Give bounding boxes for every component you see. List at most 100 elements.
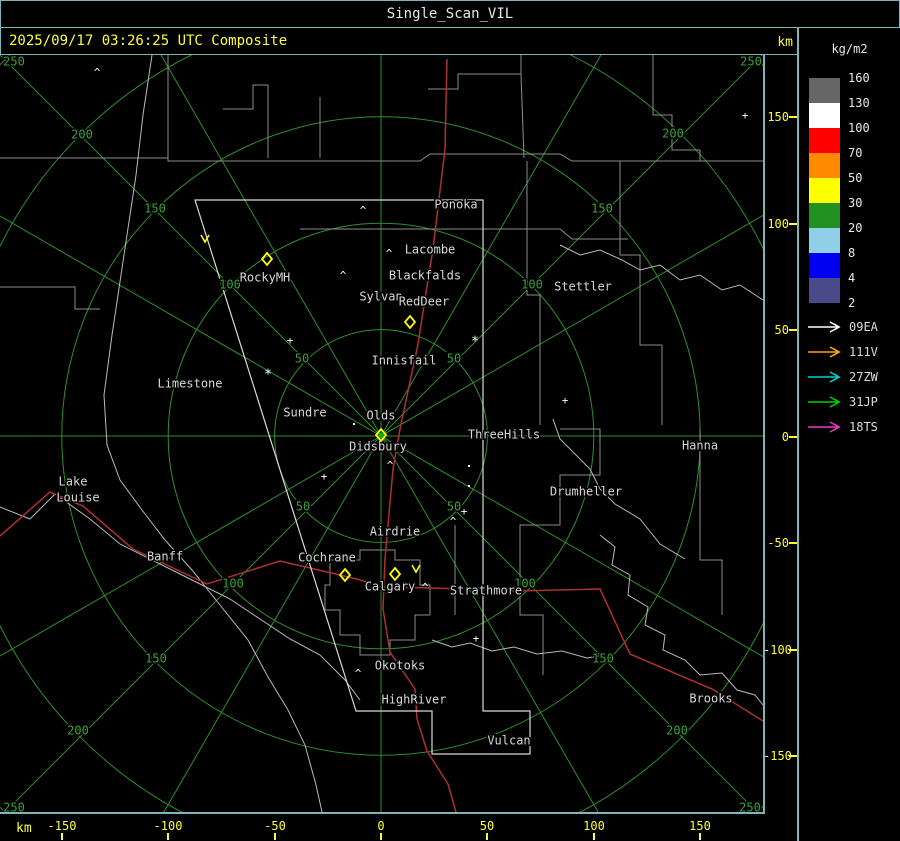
right-axis-tick [789, 649, 797, 651]
plus-marker: + [562, 394, 569, 407]
caret-marker: ^ [386, 247, 393, 260]
track-id-label: 31JP [849, 395, 878, 409]
bottom-axis-tick-label: 0 [377, 819, 385, 833]
city-label: Sylvan [359, 290, 402, 304]
ring-distance-label: 150 [591, 202, 613, 216]
plus-marker: + [742, 109, 749, 122]
track-id-label: 18TS [849, 420, 878, 434]
dot-marker [468, 465, 470, 467]
city-label: Innisfail [371, 354, 436, 368]
caret-marker: ^ [340, 269, 347, 282]
bottom-axis-tick [699, 833, 701, 840]
plus-marker: + [321, 470, 328, 483]
ring-distance-label: 200 [67, 724, 89, 738]
scale-color-box [809, 128, 840, 153]
radar-site-marker [403, 314, 417, 330]
ring-distance-label: 200 [662, 127, 684, 141]
scale-value-label: 30 [848, 196, 863, 210]
county-boundary-line [0, 286, 100, 310]
scale-unit-label: kg/m2 [831, 42, 868, 56]
scale-value-label: 70 [848, 146, 863, 160]
scale-value-label: 2 [848, 296, 856, 310]
bottom-axis-tick [274, 833, 276, 840]
track-arrow-icon [808, 321, 841, 333]
city-label: Limestone [157, 377, 222, 391]
storm-track-arrow-marker [411, 564, 421, 574]
ring-distance-label: 250 [3, 801, 25, 813]
ring-distance-label: 50 [447, 352, 461, 366]
legend-panel: kg/m2 160 130 100 70 50 30 20 8 4 2 09EA 111V 27ZW 31… [797, 28, 900, 841]
city-label: Lacombe [405, 243, 456, 257]
track-legend-item: 111V [807, 345, 878, 359]
right-axis-tick [789, 436, 797, 438]
scale-value-label: 100 [848, 121, 870, 135]
right-axis-tick-label: -100 [763, 643, 792, 657]
right-axis-tick-label: 50 [774, 323, 789, 337]
ring-distance-label: 150 [145, 652, 167, 666]
terrain-boundary-line [103, 55, 323, 812]
city-label: RedDeer [399, 295, 450, 309]
city-label: HighRiver [381, 693, 446, 707]
bottom-axis-tick [380, 833, 382, 840]
plus-marker: + [287, 334, 294, 347]
track-arrow-icon [808, 421, 841, 433]
radar-app-window: Single_Scan_VIL 2025/09/17 03:26:25 UTC … [0, 0, 900, 841]
title-bar: Single_Scan_VIL [0, 0, 900, 28]
county-boundary-line [428, 55, 522, 90]
bottom-axis-tick-label: -150 [47, 819, 77, 833]
ring-distance-label: 100 [219, 278, 241, 292]
track-legend-item: 27ZW [807, 370, 878, 384]
city-label: Calgary [365, 580, 416, 594]
right-axis-tick [789, 116, 797, 118]
city-label: Okotoks [375, 659, 426, 673]
bottom-axis-tick-label: 50 [479, 819, 495, 833]
ring-distance-label: 50 [447, 500, 461, 514]
scale-color-box [809, 103, 840, 128]
scan-timestamp: 2025/09/17 03:26:25 UTC Composite [9, 33, 288, 49]
city-label: Hanna [682, 439, 718, 453]
track-arrow-icon [808, 346, 841, 358]
caret-marker: ^ [355, 667, 362, 680]
ring-distance-label: 250 [3, 55, 25, 69]
track-legend-item: 18TS [807, 420, 878, 434]
bottom-axis-tick-label: -50 [264, 819, 286, 833]
county-boundary-line [520, 73, 525, 159]
county-boundary-line [619, 161, 663, 425]
county-boundary-line [324, 549, 431, 656]
caret-marker: ^ [422, 581, 429, 594]
plus-marker: + [473, 632, 480, 645]
scale-color-box [809, 228, 840, 253]
county-boundary-line [652, 55, 701, 161]
right-axis-unit-label: km [777, 35, 793, 50]
track-legend-item: 09EA [807, 320, 878, 334]
track-id-label: 09EA [849, 320, 878, 334]
scale-color-box [809, 153, 840, 178]
track-legend-item: 31JP [807, 395, 878, 409]
dot-marker [353, 423, 355, 425]
bottom-axis-tick-label: -100 [153, 819, 183, 833]
right-axis-tick-label: 150 [767, 110, 789, 124]
ring-distance-label: 250 [739, 801, 761, 813]
city-label: Drumheller [550, 485, 622, 499]
ring-distance-label: 50 [295, 352, 309, 366]
city-label: Brooks [689, 692, 732, 706]
scale-value-label: 130 [848, 96, 870, 110]
scale-color-box [809, 178, 840, 203]
ring-distance-label: 150 [592, 652, 614, 666]
ring-distance-label: 200 [71, 128, 93, 142]
terrain-boundary-line [0, 493, 361, 701]
scale-value-label: 160 [848, 71, 870, 85]
bottom-axis-tick [61, 833, 63, 840]
scale-color-box [809, 253, 840, 278]
radar-map-canvas[interactable]: 50 5050 50100 100100 100150 150150 150200 20020… [0, 55, 763, 812]
bottom-axis-tick [593, 833, 595, 840]
radar-map-display[interactable]: 50 50 50 50 100 100 100 100 150 150 150 150 200 200 20… [0, 55, 765, 814]
city-label: Sundre [283, 406, 326, 420]
caret-marker: ^ [360, 204, 367, 217]
scale-color-box [809, 203, 840, 228]
right-axis-tick-label: -150 [763, 749, 792, 763]
plus-marker: + [461, 505, 468, 518]
right-axis-tick [789, 329, 797, 331]
bottom-axis-tick [167, 833, 169, 840]
right-axis-tick [789, 542, 797, 544]
